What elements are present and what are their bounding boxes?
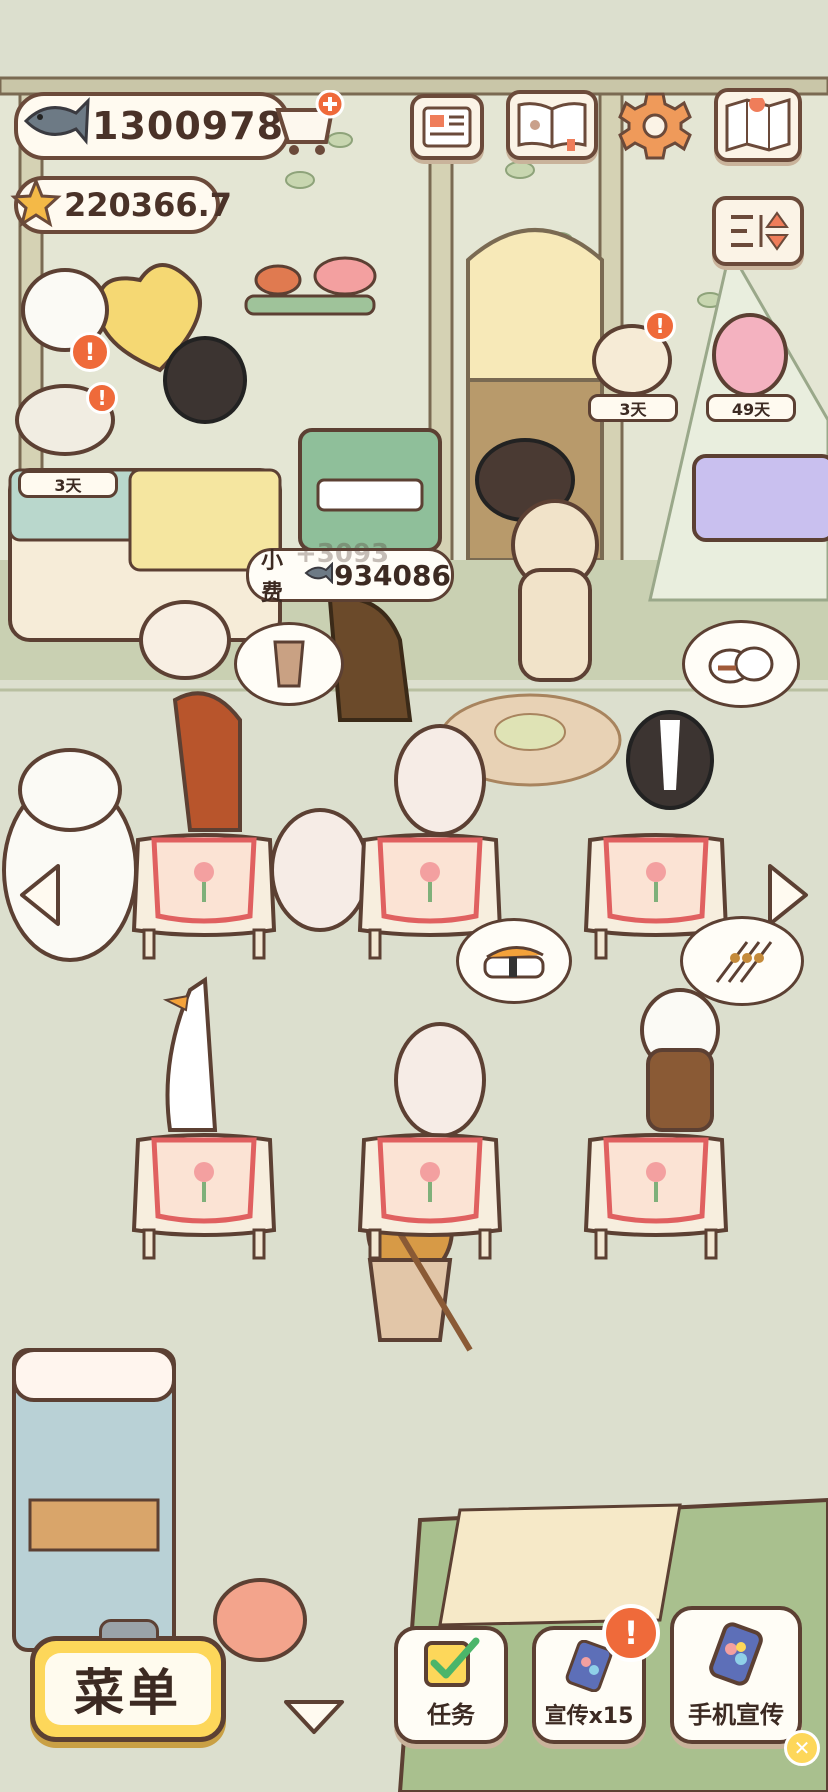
dining-table-4[interactable] (124, 1130, 284, 1260)
menu-clip-icon (99, 1619, 159, 1641)
map-button[interactable] (714, 88, 802, 162)
tip-popup[interactable]: 小费 934086 +3093 (246, 539, 454, 606)
fish-icon (20, 95, 92, 151)
phone-promo-label: 手机宣传 (688, 1701, 784, 1729)
mochi-icon (708, 646, 774, 684)
chevron-left-icon (20, 864, 60, 926)
settings-button[interactable] (618, 90, 692, 162)
sushi-icon (483, 946, 545, 979)
checklist-icon (424, 1637, 480, 1687)
task-label: 任务 (427, 1701, 475, 1729)
paw-book-icon (517, 102, 587, 151)
chevron-right-icon (768, 864, 808, 926)
girl-timer: 49天 (706, 394, 796, 422)
cat-alert-badge-1[interactable]: ! (70, 332, 110, 372)
menu-button-inner: 菜单 (45, 1653, 211, 1725)
tip-faded-value: +3093 (295, 539, 390, 569)
chevron-down-icon (284, 1700, 344, 1734)
task-button[interactable]: 任务 (394, 1626, 508, 1744)
scroll-left-arrow[interactable] (14, 860, 66, 930)
scroll-right-arrow[interactable] (762, 860, 814, 930)
shop-cart-button[interactable] (272, 89, 348, 162)
order-bubble-skewers[interactable] (680, 916, 804, 1006)
star-currency-counter: 220366.7 (10, 176, 232, 234)
settings-gear-icon (618, 92, 692, 160)
order-bubble-sushi[interactable] (456, 918, 572, 1004)
dining-table-5[interactable] (350, 1130, 510, 1260)
promo-label: 宣传x15 (544, 1704, 634, 1729)
fish-currency-counter: 13009786 (14, 92, 311, 160)
collapse-arrow[interactable] (280, 1694, 348, 1740)
iced-drink-icon (273, 640, 305, 688)
menu-button[interactable]: 菜单 (30, 1619, 226, 1742)
order-bubble-mochi[interactable] (682, 620, 800, 708)
menu-label: 菜单 (74, 1664, 182, 1722)
newspaper-button[interactable] (410, 94, 484, 160)
skewers-icon (715, 941, 773, 983)
phone-promo-button[interactable]: 手机宣传 (670, 1606, 802, 1744)
shiba-timer: 3天 (588, 394, 678, 422)
shiba-alert-badge[interactable]: ! (644, 310, 676, 342)
newspaper-icon (422, 106, 472, 148)
promo-alert-badge[interactable]: ! (602, 1604, 660, 1662)
map-icon (725, 98, 791, 152)
star-icon (10, 176, 62, 233)
star-count: 220366.7 (64, 186, 233, 224)
collection-book-button[interactable] (506, 90, 598, 160)
cat-alert-badge-2[interactable]: ! (86, 382, 118, 414)
close-corner-icon[interactable]: ✕ (784, 1730, 820, 1766)
dining-table-6[interactable] (576, 1130, 736, 1260)
dining-table-1[interactable] (124, 830, 284, 960)
order-bubble-drink[interactable] (234, 622, 344, 706)
left-cat-timer: 3天 (18, 470, 118, 498)
phone-promo-icon (709, 1622, 763, 1686)
